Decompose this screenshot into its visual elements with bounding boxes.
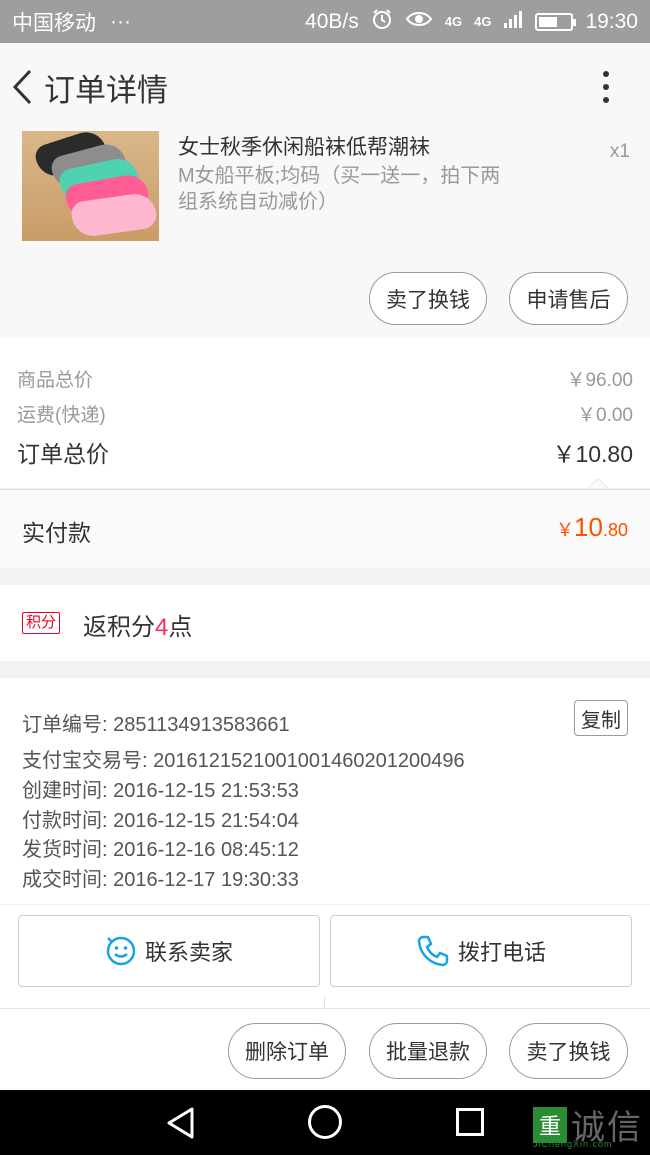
alipay-trade-row: 支付宝交易号: 2016121521001001460201200496 bbox=[22, 744, 465, 773]
shipping-label: 运费(快递) bbox=[17, 405, 106, 426]
nav-back-icon[interactable] bbox=[165, 1106, 195, 1140]
chevron-left-icon bbox=[12, 69, 32, 105]
delete-order-button[interactable]: 删除订单 bbox=[228, 1023, 346, 1079]
nav-recent-icon[interactable] bbox=[456, 1108, 484, 1136]
sell-for-cash-button[interactable]: 卖了换钱 bbox=[369, 272, 487, 325]
product-quantity: x1 bbox=[609, 141, 630, 162]
paid-time-label: 付款时间: bbox=[22, 810, 108, 832]
points-suffix: 点 bbox=[168, 614, 193, 641]
product-image[interactable] bbox=[22, 131, 159, 241]
shipping-value: ￥0.00 bbox=[577, 405, 633, 426]
actual-payment: 实付款 ￥10.80 bbox=[0, 489, 650, 568]
amount-integer: 10 bbox=[574, 512, 603, 542]
batch-refund-button[interactable]: 批量退款 bbox=[369, 1023, 487, 1079]
order-number-value: 2851134913583661 bbox=[113, 714, 290, 736]
page-title: 订单详情 bbox=[44, 72, 168, 108]
back-button[interactable] bbox=[2, 43, 42, 131]
contact-seller-button[interactable]: 联系卖家 bbox=[18, 915, 320, 987]
call-phone-button[interactable]: 拨打电话 bbox=[330, 915, 632, 987]
points-prefix: 返积分 bbox=[83, 614, 155, 641]
watermark-logo: 重 诚信 JiChengXin.com bbox=[533, 1100, 643, 1149]
eye-icon bbox=[405, 10, 433, 34]
actual-payment-label: 实付款 bbox=[22, 520, 91, 546]
order-total-value: ￥10.80 bbox=[552, 441, 633, 467]
network-speed: 40B/s bbox=[305, 9, 359, 33]
contact-seller-label: 联系卖家 bbox=[144, 940, 233, 965]
goods-total-value: ￥96.00 bbox=[566, 370, 633, 391]
price-summary: 商品总价 ￥96.00 运费(快递) ￥0.00 订单总价 ￥10.80 bbox=[0, 338, 650, 488]
status-bar: 中国移动 ··· 40B/s 4G 4G 19:30 bbox=[0, 0, 650, 43]
points-count: 4 bbox=[155, 614, 169, 641]
points-row: 积分 返积分4点 bbox=[0, 585, 650, 661]
goods-total-label: 商品总价 bbox=[17, 370, 94, 391]
shipped-time-row: 发货时间: 2016-12-16 08:45:12 bbox=[22, 833, 299, 862]
chat-face-icon bbox=[106, 936, 136, 966]
product-spec: M女船平板;均码（买一送一，拍下两组系统自动减价） bbox=[178, 165, 501, 213]
shipped-time-label: 发货时间: bbox=[22, 839, 108, 861]
completed-time-row: 成交时间: 2016-12-17 19:30:33 bbox=[22, 863, 299, 892]
more-options-icon[interactable] bbox=[584, 43, 628, 131]
order-info: 订单编号: 2851134913583661 复制 支付宝交易号: 201612… bbox=[0, 678, 650, 904]
nav-home-icon[interactable] bbox=[308, 1105, 342, 1139]
alipay-trade-label: 支付宝交易号: bbox=[22, 750, 148, 772]
alarm-icon bbox=[371, 8, 393, 36]
shipping-row: 运费(快递) ￥0.00 bbox=[17, 400, 633, 427]
caret-indicator bbox=[588, 478, 608, 488]
created-time-row: 创建时间: 2016-12-15 21:53:53 bbox=[22, 774, 299, 803]
currency-symbol: ￥ bbox=[556, 520, 575, 540]
completed-time-value: 2016-12-17 19:30:33 bbox=[113, 869, 299, 891]
after-sales-button[interactable]: 申请售后 bbox=[509, 272, 628, 325]
shipped-time-value: 2016-12-16 08:45:12 bbox=[113, 839, 299, 861]
clock: 19:30 bbox=[585, 9, 638, 33]
completed-time-label: 成交时间: bbox=[22, 869, 108, 891]
watermark-box: 重 bbox=[533, 1106, 567, 1143]
order-number-label: 订单编号: bbox=[22, 714, 108, 736]
status-dots: ··· bbox=[110, 9, 131, 33]
signal-icon bbox=[503, 9, 523, 35]
sell-for-cash-button-bottom[interactable]: 卖了换钱 bbox=[509, 1023, 628, 1079]
title-bar: 订单详情 bbox=[0, 43, 650, 131]
system-nav-bar: 重 诚信 JiChengXin.com bbox=[0, 1090, 650, 1155]
points-text: 返积分4点 bbox=[83, 607, 192, 642]
created-time-label: 创建时间: bbox=[22, 780, 108, 802]
battery-icon bbox=[535, 12, 577, 31]
carrier-label: 中国移动 bbox=[12, 11, 96, 35]
bottom-actions: 删除订单 批量退款 卖了换钱 bbox=[0, 1008, 650, 1090]
paid-time-value: 2016-12-15 21:54:04 bbox=[113, 810, 299, 832]
actual-payment-amount: ￥10.80 bbox=[556, 512, 628, 543]
copy-button[interactable]: 复制 bbox=[574, 700, 628, 736]
network-4g-label-2: 4G bbox=[474, 14, 492, 29]
phone-icon bbox=[417, 935, 449, 967]
product-name[interactable]: 女士秋季休闲船袜低帮潮袜 bbox=[178, 131, 430, 161]
network-4g-label: 4G bbox=[444, 14, 463, 29]
contact-section: 联系卖家 拨打电话 bbox=[0, 904, 650, 1009]
product-card[interactable]: 女士秋季休闲船袜低帮潮袜 M女船平板;均码（买一送一，拍下两组系统自动减价） x… bbox=[0, 131, 650, 338]
paid-time-row: 付款时间: 2016-12-15 21:54:04 bbox=[22, 804, 299, 833]
call-phone-label: 拨打电话 bbox=[457, 940, 546, 965]
order-total-row: 订单总价 ￥10.80 bbox=[17, 435, 633, 469]
alipay-trade-value: 2016121521001001460201200496 bbox=[153, 750, 465, 772]
goods-total-row: 商品总价 ￥96.00 bbox=[17, 365, 633, 392]
created-time-value: 2016-12-15 21:53:53 bbox=[113, 780, 299, 802]
order-total-label: 订单总价 bbox=[17, 441, 109, 467]
points-tag: 积分 bbox=[22, 612, 61, 634]
amount-decimal: .80 bbox=[602, 520, 628, 540]
watermark-sub: JiChengXin.com bbox=[533, 1139, 613, 1149]
order-number-row: 订单编号: 2851134913583661 bbox=[22, 708, 290, 737]
